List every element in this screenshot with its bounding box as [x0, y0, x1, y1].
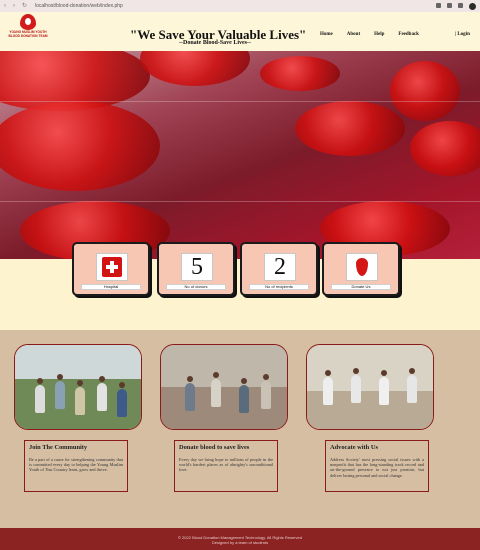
- blood-camp-photo: [160, 344, 288, 430]
- page-subtitle: --Donate Blood-Save Lives--: [179, 40, 251, 46]
- hero-banner: [0, 51, 480, 259]
- donate-card[interactable]: Donate Us: [322, 242, 400, 296]
- reload-icon[interactable]: ↻: [22, 3, 27, 9]
- card-caption: Hospital: [81, 284, 141, 290]
- nav-feedback[interactable]: Feedback: [398, 32, 419, 37]
- credit-text: Designed by a team of students: [211, 540, 269, 545]
- donate-blood-box: Donate blood to save lives Every day we …: [174, 440, 278, 492]
- join-community-box: Join The Community Be a part of a cause …: [24, 440, 128, 492]
- hospital-icon: [102, 257, 122, 277]
- profile-avatar[interactable]: [469, 2, 476, 10]
- press-meeting-photo: [306, 344, 434, 430]
- blood-cell-shape: [260, 56, 340, 91]
- hospital-card[interactable]: Hospital: [72, 242, 150, 296]
- nav-about[interactable]: About: [347, 32, 360, 37]
- info-title: Advocate with Us: [330, 444, 378, 451]
- recipients-card[interactable]: 2 No of recipients: [240, 242, 318, 296]
- stats-section: Hospital 5 No of donors 2 No of recipien…: [0, 240, 480, 330]
- site-logo[interactable]: YOUNG MUSLIM YOUTH BLOOD DONATION TEAM: [8, 14, 48, 47]
- login-link[interactable]: | Login: [455, 32, 470, 37]
- card-caption: No of recipients: [249, 284, 309, 290]
- info-title: Donate blood to save lives: [179, 444, 250, 451]
- advocate-box: Advocate with Us Address Society' most p…: [325, 440, 429, 492]
- blood-cell-shape: [140, 51, 250, 86]
- logo-text: YOUNG MUSLIM YOUTH BLOOD DONATION TEAM: [8, 30, 48, 38]
- site-footer: © 2022 Blood Donation Management Technol…: [0, 528, 480, 550]
- back-icon[interactable]: ‹: [4, 3, 9, 9]
- blood-drop-logo-icon: [20, 14, 36, 30]
- info-text: Address Society' most pressing social is…: [330, 457, 424, 478]
- extensions-icon[interactable]: [458, 2, 463, 8]
- blood-cell-shape: [295, 101, 405, 156]
- community-photo: [14, 344, 142, 430]
- blood-cell-shape: [410, 121, 480, 176]
- info-text: Every day we bring hope to millions of p…: [179, 457, 273, 473]
- browser-tools: [436, 2, 476, 10]
- blood-drop-icon: [356, 258, 368, 276]
- blood-cell-shape: [0, 101, 160, 191]
- card-caption: Donate Us: [331, 284, 391, 290]
- nav-help[interactable]: Help: [374, 32, 384, 37]
- blood-cell-shape: [390, 61, 460, 121]
- site-header: YOUNG MUSLIM YOUTH BLOOD DONATION TEAM "…: [0, 12, 480, 51]
- activities-section: Join The Community Be a part of a cause …: [0, 330, 480, 528]
- recipient-count: 2: [274, 253, 286, 280]
- info-text: Be a part of a cause for strengthening c…: [29, 457, 123, 473]
- donor-count: 5: [191, 253, 203, 280]
- browser-toolbar: ‹ › ↻ localhost/blood-donation/web/index…: [0, 0, 480, 12]
- info-title: Join The Community: [29, 444, 88, 451]
- donors-card[interactable]: 5 No of donors: [157, 242, 235, 296]
- nav-home[interactable]: Home: [320, 32, 333, 37]
- forward-icon[interactable]: ›: [13, 3, 18, 9]
- bookmark-icon[interactable]: [447, 2, 452, 8]
- main-nav: Home About Help Feedback: [320, 32, 433, 37]
- address-bar[interactable]: localhost/blood-donation/web/index.php: [35, 3, 123, 9]
- card-caption: No of donors: [166, 284, 226, 290]
- share-icon[interactable]: [436, 2, 441, 8]
